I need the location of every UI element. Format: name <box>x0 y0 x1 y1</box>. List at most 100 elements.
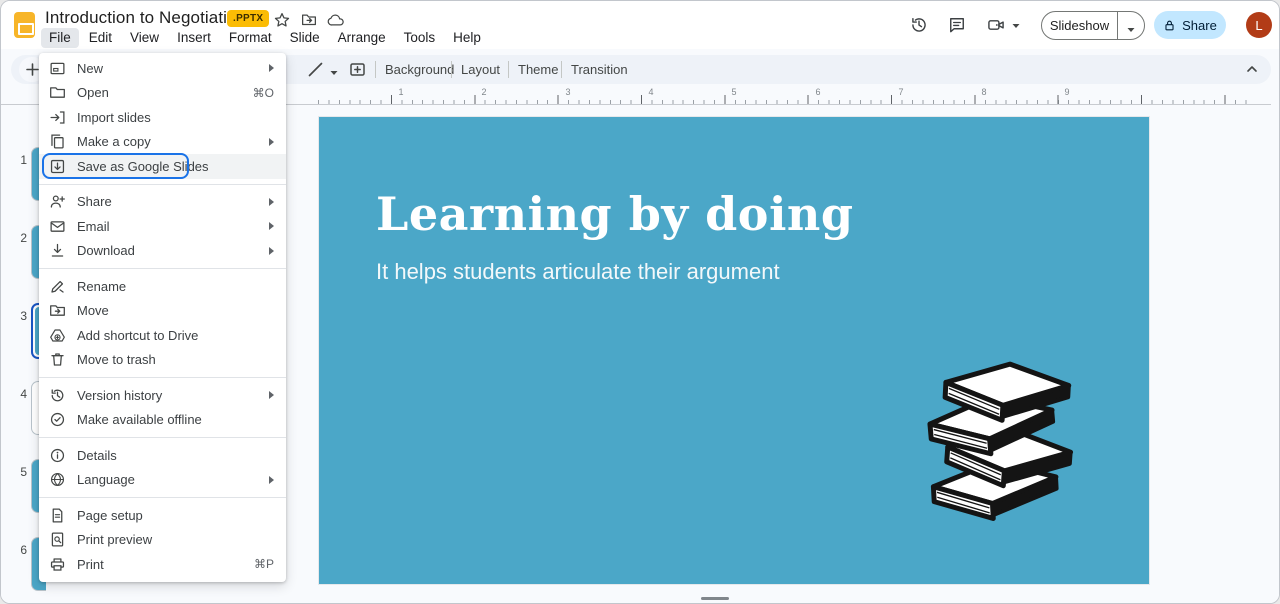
slides-logo-icon[interactable] <box>14 12 35 38</box>
submenu-arrow-icon <box>269 222 274 230</box>
chevron-up-icon[interactable] <box>1245 62 1259 76</box>
ruler-number: 7 <box>898 87 903 97</box>
copy-icon <box>49 133 66 150</box>
ruler-number: 9 <box>1064 87 1069 97</box>
share-label: Share <box>1182 18 1217 33</box>
menu-item-version-history[interactable]: Version history <box>39 383 286 408</box>
new-slide-icon <box>49 60 66 77</box>
menubar-format[interactable]: Format <box>221 28 280 48</box>
ruler-number: 2 <box>481 87 486 97</box>
menu-item-import-slides[interactable]: Import slides <box>39 105 286 130</box>
trash-icon <box>49 351 66 368</box>
account-avatar[interactable]: L <box>1246 12 1272 38</box>
transition-button[interactable]: Transition <box>565 55 634 84</box>
slide-title-text[interactable]: Learning by doing <box>376 187 854 241</box>
toolbar-divider <box>508 61 509 78</box>
offline-check-icon <box>49 411 66 428</box>
menu-item-open[interactable]: Open ⌘O <box>39 81 286 106</box>
menu-divider <box>39 437 286 438</box>
slide-canvas[interactable]: Learning by doing It helps students arti… <box>319 117 1149 584</box>
stack-of-books-image[interactable] <box>911 359 1091 530</box>
background-button[interactable]: Background <box>379 55 460 84</box>
menu-item-rename[interactable]: Rename <box>39 274 286 299</box>
folder-move-icon <box>49 302 66 319</box>
cloud-status-icon[interactable] <box>327 11 345 29</box>
ruler-number: 8 <box>981 87 986 97</box>
envelope-icon <box>49 218 66 235</box>
menu-item-page-setup[interactable]: Page setup <box>39 503 286 528</box>
slideshow-button[interactable]: Slideshow <box>1041 11 1145 40</box>
ruler-number: 5 <box>731 87 736 97</box>
share-button[interactable]: Share <box>1154 11 1226 39</box>
move-folder-icon[interactable] <box>300 11 318 29</box>
menubar-insert[interactable]: Insert <box>169 28 219 48</box>
menubar-view[interactable]: View <box>122 28 167 48</box>
menubar-file[interactable]: File <box>41 28 79 48</box>
info-icon <box>49 447 66 464</box>
menu-item-make-available-offline[interactable]: Make available offline <box>39 408 286 433</box>
drive-add-icon <box>49 327 66 344</box>
slideshow-caret-icon[interactable] <box>1118 16 1144 35</box>
plus-icon <box>25 62 40 77</box>
menu-item-move-to-trash[interactable]: Move to trash <box>39 348 286 373</box>
menubar-arrange[interactable]: Arrange <box>330 28 394 48</box>
slide-body-text[interactable]: It helps students articulate their argum… <box>376 259 780 285</box>
video-call-caret-icon[interactable] <box>1011 21 1021 31</box>
menu-item-language[interactable]: Language <box>39 468 286 493</box>
printer-icon <box>49 556 66 573</box>
slide-filmstrip: 1 2 3 4 5 6 7 <box>1 97 39 604</box>
theme-button[interactable]: Theme <box>512 55 564 84</box>
slide-number: 6 <box>1 543 27 557</box>
ruler-number: 3 <box>565 87 570 97</box>
menu-item-print-preview[interactable]: Print preview <box>39 528 286 553</box>
layout-button[interactable]: Layout <box>455 55 506 84</box>
menu-item-new[interactable]: New <box>39 56 286 81</box>
submenu-arrow-icon <box>269 391 274 399</box>
slide-number: 2 <box>1 231 27 245</box>
ruler-number: 1 <box>398 87 403 97</box>
menu-item-make-a-copy[interactable]: Make a copy <box>39 130 286 155</box>
toolbar-divider <box>451 61 452 78</box>
video-call-icon[interactable] <box>986 15 1006 35</box>
history-icon <box>49 387 66 404</box>
text-box-icon[interactable] <box>349 61 366 78</box>
menu-item-save-as-google-slides[interactable]: Save as Google Slides <box>39 154 286 179</box>
google-slides-window: Introduction to Negotiation .PPTX File E… <box>0 0 1280 604</box>
menu-bar: File Edit View Insert Format Slide Arran… <box>41 28 489 48</box>
version-history-icon[interactable] <box>909 15 929 35</box>
page-icon <box>49 507 66 524</box>
menu-item-details[interactable]: Details <box>39 443 286 468</box>
menu-item-download[interactable]: Download <box>39 239 286 264</box>
menu-item-print[interactable]: Print ⌘P <box>39 552 286 577</box>
folder-open-icon <box>49 84 66 101</box>
speaker-notes-drag-handle[interactable] <box>701 597 729 600</box>
ruler-ticks <box>311 86 1256 104</box>
pptx-badge: .PPTX <box>227 10 269 27</box>
lock-icon <box>1163 19 1176 32</box>
menu-item-share[interactable]: Share <box>39 190 286 215</box>
menu-divider <box>39 184 286 185</box>
star-icon[interactable] <box>273 11 291 29</box>
comment-icon[interactable] <box>947 15 967 35</box>
slide-number: 1 <box>1 153 27 167</box>
menu-divider <box>39 268 286 269</box>
menubar-help[interactable]: Help <box>445 28 489 48</box>
document-title[interactable]: Introduction to Negotiation <box>45 8 246 28</box>
line-tool-icon[interactable] <box>307 61 324 78</box>
menubar-tools[interactable]: Tools <box>396 28 444 48</box>
keyboard-shortcut: ⌘P <box>254 557 274 571</box>
line-tool-caret-icon[interactable] <box>329 68 339 78</box>
import-icon <box>49 109 66 126</box>
person-add-icon <box>49 193 66 210</box>
ruler-number: 4 <box>648 87 653 97</box>
menu-item-add-shortcut-to-drive[interactable]: Add shortcut to Drive <box>39 323 286 348</box>
submenu-arrow-icon <box>269 476 274 484</box>
menubar-slide[interactable]: Slide <box>282 28 328 48</box>
menu-item-move[interactable]: Move <box>39 299 286 324</box>
submenu-arrow-icon <box>269 138 274 146</box>
slide-number: 4 <box>1 387 27 401</box>
menubar-edit[interactable]: Edit <box>81 28 120 48</box>
download-icon <box>49 242 66 259</box>
toolbar-divider <box>561 61 562 78</box>
menu-item-email[interactable]: Email <box>39 214 286 239</box>
